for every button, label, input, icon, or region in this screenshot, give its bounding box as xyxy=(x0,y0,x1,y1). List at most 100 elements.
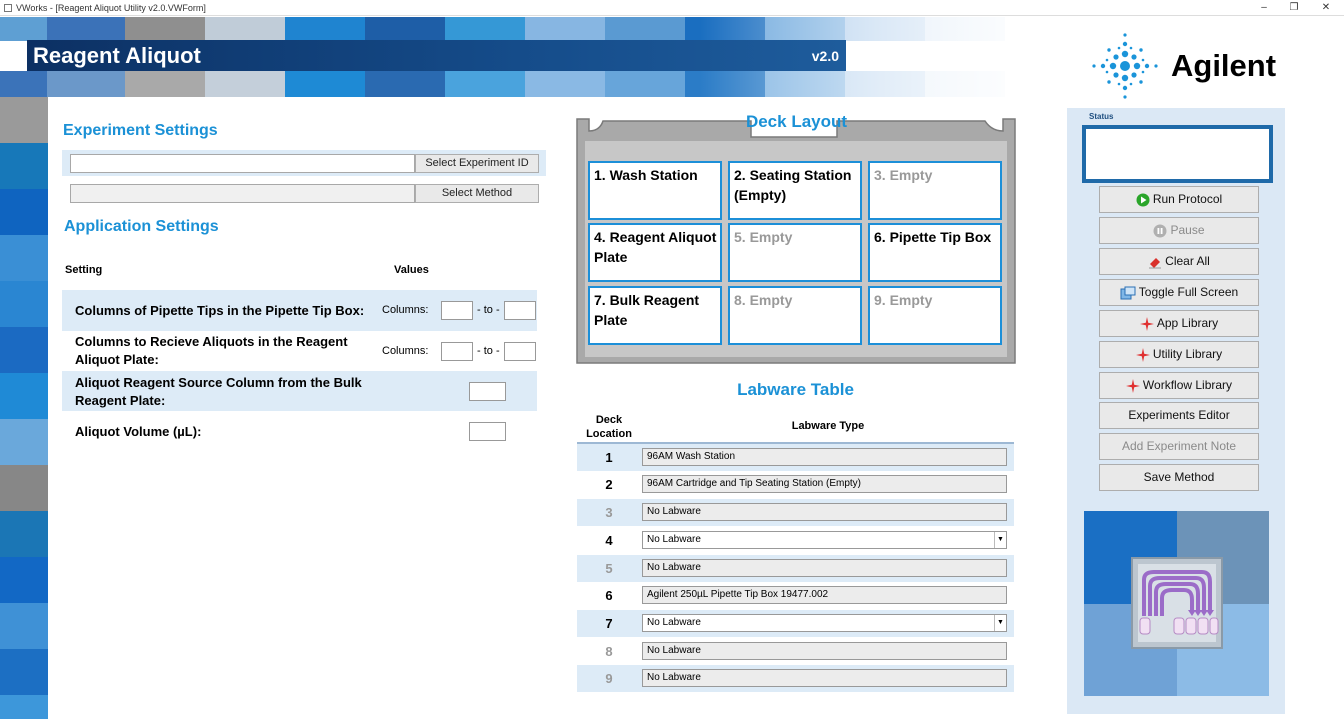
aliquot-columns-from-input[interactable] xyxy=(441,342,473,361)
app-title: Reagent Aliquot xyxy=(33,43,201,68)
utility-library-button[interactable]: Utility Library xyxy=(1099,341,1259,368)
app-library-button[interactable]: App Library xyxy=(1099,310,1259,337)
pause-label: Pause xyxy=(1170,223,1205,237)
deck-cell-1[interactable]: 1. Wash Station xyxy=(588,161,722,220)
labware-type-field[interactable]: No Labware xyxy=(642,642,1007,660)
tip-columns-to-input[interactable] xyxy=(504,301,536,320)
deck-cell-2[interactable]: 2. Seating Station (Empty) xyxy=(728,161,862,220)
restore-button[interactable]: ❐ xyxy=(1280,0,1308,16)
window-titlebar: VWorks - [Reagent Aliquot Utility v2.0.V… xyxy=(0,0,1344,16)
aliquot-volume-input[interactable] xyxy=(469,422,506,441)
experiments-editor-button[interactable]: Experiments Editor xyxy=(1099,402,1259,429)
setting-label-aliquot-columns: Columns to Recieve Aliquots in the Reage… xyxy=(75,334,348,367)
setting-label-aliquot-volume: Aliquot Volume (µL): xyxy=(75,424,202,439)
status-display xyxy=(1082,125,1273,183)
sparkle-icon xyxy=(1135,347,1150,362)
labware-row-4: 4 No Labware ▼ xyxy=(577,527,1014,554)
utility-library-label: Utility Library xyxy=(1152,347,1223,361)
select-method-button[interactable]: Select Method xyxy=(415,184,539,203)
run-protocol-label: Run Protocol xyxy=(1152,192,1223,206)
labware-type-field[interactable]: No Labware xyxy=(642,669,1007,687)
deck-location-header: Deck Location xyxy=(586,414,632,440)
labware-row-location: 3 xyxy=(605,505,613,520)
deck-cell-4[interactable]: 4. Reagent Aliquot Plate xyxy=(588,223,722,282)
clear-all-label: Clear All xyxy=(1165,254,1210,268)
app-banner: Reagent Aliquot v2.0 xyxy=(27,40,846,71)
fullscreen-icon xyxy=(1120,286,1136,300)
pipette-transfer-icon xyxy=(1131,557,1223,649)
values-column-header: Values xyxy=(394,264,429,276)
workflow-library-button[interactable]: Workflow Library xyxy=(1099,372,1259,399)
labware-table-heading: Labware Table xyxy=(737,380,854,399)
aliquot-illustration xyxy=(1084,511,1269,696)
labware-row-location: 9 xyxy=(605,671,613,686)
labware-type-field[interactable]: No Labware xyxy=(642,503,1007,521)
method-field[interactable] xyxy=(70,184,415,203)
clear-all-button[interactable]: Clear All xyxy=(1099,248,1259,275)
toggle-full-screen-button[interactable]: Toggle Full Screen xyxy=(1099,279,1259,306)
run-protocol-button[interactable]: Run Protocol xyxy=(1099,186,1259,213)
labware-row-9: 9 No Labware xyxy=(577,665,1014,692)
labware-row-location: 4 xyxy=(605,533,613,548)
labware-row-location: 5 xyxy=(605,561,613,576)
source-column-input[interactable] xyxy=(469,382,506,401)
pause-button[interactable]: Pause xyxy=(1099,217,1259,244)
select-experiment-id-button[interactable]: Select Experiment ID xyxy=(415,154,539,173)
labware-type-field[interactable]: 96AM Cartridge and Tip Seating Station (… xyxy=(642,475,1007,493)
labware-row-location: 2 xyxy=(605,477,613,492)
sparkle-icon xyxy=(1139,316,1154,331)
experiment-settings-heading: Experiment Settings xyxy=(63,122,218,139)
chevron-down-icon[interactable]: ▼ xyxy=(994,532,1006,548)
deck-cell-5[interactable]: 5. Empty xyxy=(728,223,862,282)
minimize-button[interactable]: – xyxy=(1250,0,1278,16)
sparkle-icon xyxy=(1125,378,1140,393)
labware-type-field[interactable]: Agilent 250µL Pipette Tip Box 19477.002 xyxy=(642,586,1007,604)
labware-type-header: Labware Type xyxy=(791,420,865,432)
labware-row-location: 1 xyxy=(605,450,613,465)
deck-layout: Deck Layout 1. Wash Station 2. Seating S… xyxy=(575,112,1018,365)
add-experiment-note-button[interactable]: Add Experiment Note xyxy=(1099,433,1259,460)
tip-columns-from-input[interactable] xyxy=(441,301,473,320)
application-settings-heading: Application Settings xyxy=(64,218,219,235)
app-version: v2.0 xyxy=(811,48,839,64)
labware-row-7: 7 No Labware ▼ xyxy=(577,610,1014,637)
setting-column-header: Setting xyxy=(65,264,103,276)
aliquot-columns-to-input[interactable] xyxy=(504,342,536,361)
tip-columns-to-label: - to - xyxy=(477,304,500,316)
aliquot-columns-to-label: - to - xyxy=(477,345,500,357)
spark-logo-icon xyxy=(1092,33,1158,99)
labware-row-6: 6 Agilent 250µL Pipette Tip Box 19477.00… xyxy=(577,582,1014,609)
dropdown-value: No Labware xyxy=(647,617,701,628)
chevron-down-icon[interactable]: ▼ xyxy=(994,615,1006,631)
deck-cell-3[interactable]: 3. Empty xyxy=(868,161,1002,220)
app-icon xyxy=(4,4,12,12)
labware-type-field[interactable]: 96AM Wash Station xyxy=(642,448,1007,466)
deck-cell-8[interactable]: 8. Empty xyxy=(728,286,862,345)
close-button[interactable]: ✕ xyxy=(1312,0,1340,16)
labware-row-location: 7 xyxy=(605,616,613,631)
agilent-logo: Agilent xyxy=(1085,28,1285,104)
status-label: Status xyxy=(1089,112,1114,121)
labware-row-8: 8 No Labware xyxy=(577,638,1014,665)
save-method-button[interactable]: Save Method xyxy=(1099,464,1259,491)
toggle-full-screen-label: Toggle Full Screen xyxy=(1138,285,1239,299)
dropdown-value: No Labware xyxy=(647,534,701,545)
labware-type-field[interactable]: No Labware xyxy=(642,559,1007,577)
deck-cell-7[interactable]: 7. Bulk Reagent Plate xyxy=(588,286,722,345)
window-title: VWorks - [Reagent Aliquot Utility v2.0.V… xyxy=(16,3,206,13)
experiment-id-field[interactable] xyxy=(70,154,415,173)
workflow-library-label: Workflow Library xyxy=(1142,378,1233,392)
labware-type-dropdown[interactable]: No Labware ▼ xyxy=(642,531,1007,549)
play-icon xyxy=(1136,193,1150,207)
left-decor-strip xyxy=(0,97,48,719)
deck-cell-6[interactable]: 6. Pipette Tip Box xyxy=(868,223,1002,282)
eraser-icon xyxy=(1149,257,1162,269)
labware-row-5: 5 No Labware xyxy=(577,555,1014,582)
deck-cell-9[interactable]: 9. Empty xyxy=(868,286,1002,345)
logo-wordmark: Agilent xyxy=(1171,48,1277,83)
setting-label-source-column: Aliquot Reagent Source Column from the B… xyxy=(75,375,362,408)
aliquot-columns-prefix: Columns: xyxy=(382,345,429,357)
labware-type-dropdown[interactable]: No Labware ▼ xyxy=(642,614,1007,632)
labware-row-2: 2 96AM Cartridge and Tip Seating Station… xyxy=(577,471,1014,498)
labware-row-location: 6 xyxy=(605,588,613,603)
